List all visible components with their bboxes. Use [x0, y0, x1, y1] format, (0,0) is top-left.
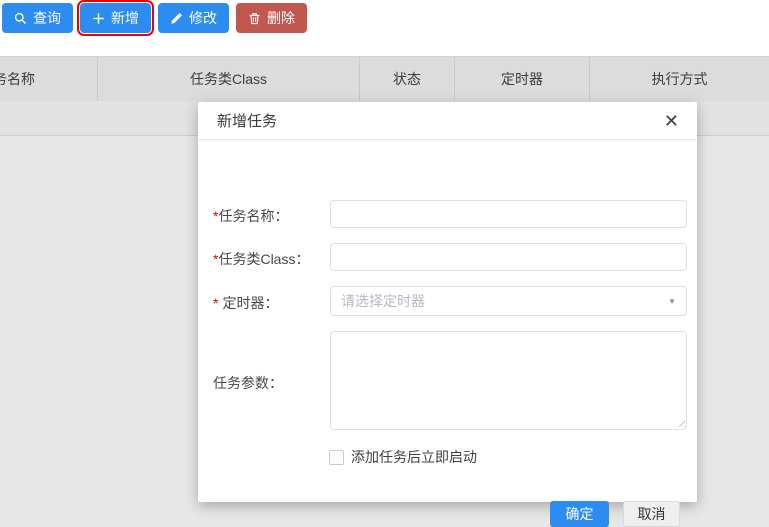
plus-icon: [92, 12, 105, 25]
edit-icon: [170, 12, 183, 25]
timer-select[interactable]: 请选择定时器 ▼: [330, 286, 687, 316]
trash-icon: [248, 12, 261, 25]
start-immediately-row: 添加任务后立即启动: [329, 447, 477, 467]
query-button[interactable]: 查询: [2, 3, 73, 33]
cancel-button[interactable]: 取消: [623, 501, 680, 527]
edit-button-label: 修改: [189, 11, 217, 25]
task-name-label: *任务名称：: [213, 206, 288, 226]
edit-button[interactable]: 修改: [158, 3, 229, 33]
toolbar: 查询 新增 修改 删除: [0, 0, 769, 56]
column-header-status: 状态: [360, 57, 455, 101]
confirm-button[interactable]: 确定: [550, 501, 609, 527]
column-header-task-name: 务名称: [0, 57, 98, 101]
timer-label: *定时器：: [213, 293, 278, 313]
modal-title: 新增任务: [217, 110, 277, 131]
add-button-label: 新增: [111, 11, 139, 25]
table-header: 务名称 任务类Class 状态 定时器 执行方式: [0, 56, 769, 101]
task-params-field: [330, 331, 687, 430]
column-header-exec-mode: 执行方式: [590, 57, 769, 101]
modal-header: 新增任务 ✕: [198, 102, 697, 140]
task-class-input[interactable]: [330, 243, 687, 271]
timer-select-placeholder: 请选择定时器: [341, 291, 668, 311]
required-asterisk: *: [213, 295, 218, 311]
search-icon: [14, 12, 27, 25]
delete-button-label: 删除: [267, 11, 295, 25]
close-icon: ✕: [664, 111, 679, 131]
start-immediately-label[interactable]: 添加任务后立即启动: [351, 447, 477, 467]
column-header-task-class: 任务类Class: [98, 57, 360, 101]
modal-body: *任务名称： *任务类Class： *定时器： 请选择定时器 ▼ 任务参数： 添…: [198, 140, 697, 502]
column-header-timer: 定时器: [455, 57, 590, 101]
task-params-textarea[interactable]: [330, 331, 687, 430]
chevron-down-icon: ▼: [668, 297, 676, 306]
query-button-label: 查询: [33, 11, 61, 25]
task-class-label: *任务类Class：: [213, 249, 309, 269]
task-params-label: 任务参数：: [213, 373, 283, 393]
add-task-modal: 新增任务 ✕ *任务名称： *任务类Class： *定时器： 请选择定时器 ▼ …: [198, 102, 697, 502]
close-button[interactable]: ✕: [664, 112, 679, 130]
add-button[interactable]: 新增: [80, 3, 151, 33]
task-name-input[interactable]: [330, 200, 687, 228]
start-immediately-checkbox[interactable]: [329, 450, 344, 465]
delete-button[interactable]: 删除: [236, 3, 307, 33]
